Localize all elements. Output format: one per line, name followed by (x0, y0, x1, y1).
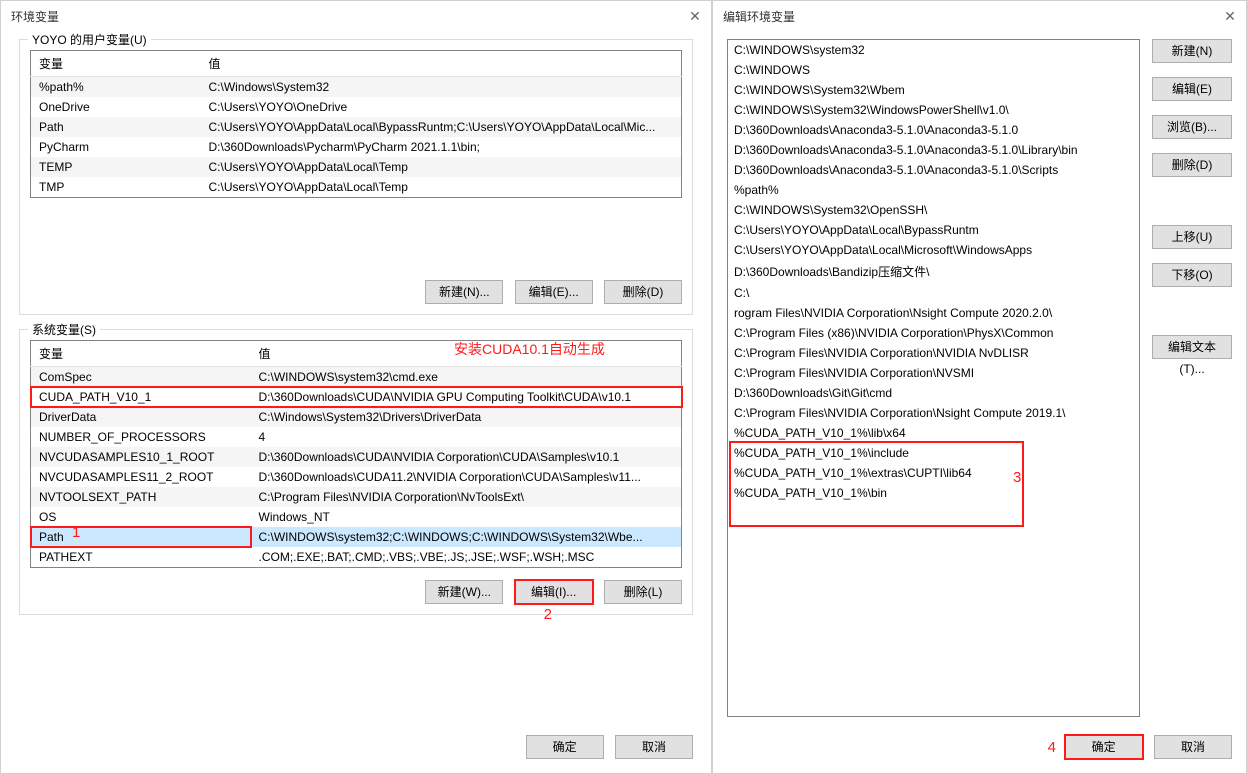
new-button[interactable]: 新建(N) (1152, 39, 1232, 63)
table-row[interactable]: PathC:\Users\YOYO\AppData\Local\BypassRu… (31, 117, 682, 137)
env-vars-dialog: 环境变量 ✕ YOYO 的用户变量(U) 变量 值 %path%C:\Windo… (0, 0, 712, 774)
edit-button[interactable]: 编辑(E) (1152, 77, 1232, 101)
user-vars-group: YOYO 的用户变量(U) 变量 值 %path%C:\Windows\Syst… (19, 39, 693, 315)
table-row[interactable]: NUMBER_OF_PROCESSORS4 (31, 427, 682, 447)
user-delete-button[interactable]: 删除(D) (604, 280, 682, 304)
ok-button[interactable]: 确定 (1065, 735, 1143, 759)
list-item[interactable]: C:\Users\YOYO\AppData\Local\Microsoft\Wi… (728, 240, 1139, 260)
list-item[interactable]: D:\360Downloads\Anaconda3-5.1.0\Anaconda… (728, 140, 1139, 160)
sys-delete-button[interactable]: 删除(L) (604, 580, 682, 604)
sys-vars-label: 系统变量(S) (28, 321, 100, 338)
dialog-title: 编辑环境变量 (723, 8, 795, 25)
table-row[interactable]: OneDriveC:\Users\YOYO\OneDrive (31, 97, 682, 117)
list-item[interactable]: rogram Files\NVIDIA Corporation\Nsight C… (728, 303, 1139, 323)
title-bar: 环境变量 ✕ (1, 1, 711, 31)
list-item[interactable]: C:\WINDOWS\System32\WindowsPowerShell\v1… (728, 100, 1139, 120)
sys-edit-button[interactable]: 编辑(I)... (515, 580, 593, 604)
list-item[interactable]: D:\360Downloads\Bandizip压缩文件\ (728, 260, 1139, 283)
cancel-button[interactable]: 取消 (615, 735, 693, 759)
user-new-button[interactable]: 新建(N)... (425, 280, 503, 304)
table-row[interactable]: NVTOOLSEXT_PATHC:\Program Files\NVIDIA C… (31, 487, 682, 507)
list-item[interactable]: D:\360Downloads\Anaconda3-5.1.0\Anaconda… (728, 120, 1139, 140)
list-item[interactable]: D:\360Downloads\Anaconda3-5.1.0\Anaconda… (728, 160, 1139, 180)
table-row[interactable]: %path%C:\Windows\System32 (31, 77, 682, 98)
cancel-button[interactable]: 取消 (1154, 735, 1232, 759)
table-row[interactable]: TMPC:\Users\YOYO\AppData\Local\Temp (31, 177, 682, 198)
list-item[interactable]: %CUDA_PATH_V10_1%\bin (728, 483, 1139, 503)
user-edit-button[interactable]: 编辑(E)... (515, 280, 593, 304)
table-row[interactable]: DriverDataC:\Windows\System32\Drivers\Dr… (31, 407, 682, 427)
col-var: 变量 (31, 341, 251, 367)
close-icon[interactable]: ✕ (1222, 8, 1238, 24)
col-val: 值 (201, 51, 682, 77)
edit-env-var-dialog: 编辑环境变量 ✕ C:\WINDOWS\system32C:\WINDOWSC:… (712, 0, 1247, 774)
sys-new-button[interactable]: 新建(W)... (425, 580, 503, 604)
list-item[interactable]: %CUDA_PATH_V10_1%\lib\x64 (728, 423, 1139, 443)
list-item[interactable]: C:\Program Files (x86)\NVIDIA Corporatio… (728, 323, 1139, 343)
annot-cuda-label: 安装CUDA10.1自动生成 (454, 339, 605, 359)
move-down-button[interactable]: 下移(O) (1152, 263, 1232, 287)
edit-text-button[interactable]: 编辑文本(T)... (1152, 335, 1232, 359)
delete-button[interactable]: 删除(D) (1152, 153, 1232, 177)
sys-vars-table[interactable]: 变量 值 ComSpecC:\WINDOWS\system32\cmd.exeC… (30, 340, 682, 568)
table-row[interactable]: TEMPC:\Users\YOYO\AppData\Local\Temp (31, 157, 682, 177)
browse-button[interactable]: 浏览(B)... (1152, 115, 1232, 139)
list-item[interactable]: C:\WINDOWS (728, 60, 1139, 80)
list-item[interactable]: %CUDA_PATH_V10_1%\extras\CUPTI\lib64 (728, 463, 1139, 483)
table-row[interactable]: CUDA_PATH_V10_1D:\360Downloads\CUDA\NVID… (31, 387, 682, 407)
path-list[interactable]: C:\WINDOWS\system32C:\WINDOWSC:\WINDOWS\… (727, 39, 1140, 717)
annot-1: 1 (72, 524, 80, 541)
table-row[interactable]: ComSpecC:\WINDOWS\system32\cmd.exe (31, 367, 682, 388)
annot-3: 3 (1013, 469, 1021, 486)
list-item[interactable]: C:\WINDOWS\System32\Wbem (728, 80, 1139, 100)
user-vars-label: YOYO 的用户变量(U) (28, 31, 151, 48)
list-item[interactable]: %path% (728, 180, 1139, 200)
table-row[interactable]: PathC:\WINDOWS\system32;C:\WINDOWS;C:\WI… (31, 527, 682, 547)
col-var: 变量 (31, 51, 201, 77)
list-item[interactable]: C:\Program Files\NVIDIA Corporation\NVSM… (728, 363, 1139, 383)
table-row[interactable]: NVCUDASAMPLES10_1_ROOTD:\360Downloads\CU… (31, 447, 682, 467)
dialog-title: 环境变量 (11, 8, 59, 25)
list-item[interactable]: C:\WINDOWS\system32 (728, 40, 1139, 60)
list-item[interactable]: %CUDA_PATH_V10_1%\include (728, 443, 1139, 463)
table-row[interactable]: NVCUDASAMPLES11_2_ROOTD:\360Downloads\CU… (31, 467, 682, 487)
table-row[interactable]: PyCharmD:\360Downloads\Pycharm\PyCharm 2… (31, 137, 682, 157)
table-row[interactable]: PATHEXT.COM;.EXE;.BAT;.CMD;.VBS;.VBE;.JS… (31, 547, 682, 568)
sys-vars-group: 系统变量(S) 变量 值 ComSpecC:\WINDOWS\system32\… (19, 329, 693, 615)
title-bar: 编辑环境变量 ✕ (713, 1, 1246, 31)
list-item[interactable]: C:\ (728, 283, 1139, 303)
list-item[interactable]: C:\Program Files\NVIDIA Corporation\NVID… (728, 343, 1139, 363)
user-vars-table[interactable]: 变量 值 %path%C:\Windows\System32OneDriveC:… (30, 50, 682, 198)
annot-2: 2 (544, 606, 552, 623)
list-item[interactable]: C:\Program Files\NVIDIA Corporation\Nsig… (728, 403, 1139, 423)
list-item[interactable]: D:\360Downloads\Git\Git\cmd (728, 383, 1139, 403)
close-icon[interactable]: ✕ (687, 8, 703, 24)
ok-button[interactable]: 确定 (526, 735, 604, 759)
move-up-button[interactable]: 上移(U) (1152, 225, 1232, 249)
table-row[interactable]: OSWindows_NT (31, 507, 682, 527)
list-item[interactable]: C:\WINDOWS\System32\OpenSSH\ (728, 200, 1139, 220)
annot-4: 4 (1048, 739, 1056, 756)
list-item[interactable]: C:\Users\YOYO\AppData\Local\BypassRuntm (728, 220, 1139, 240)
